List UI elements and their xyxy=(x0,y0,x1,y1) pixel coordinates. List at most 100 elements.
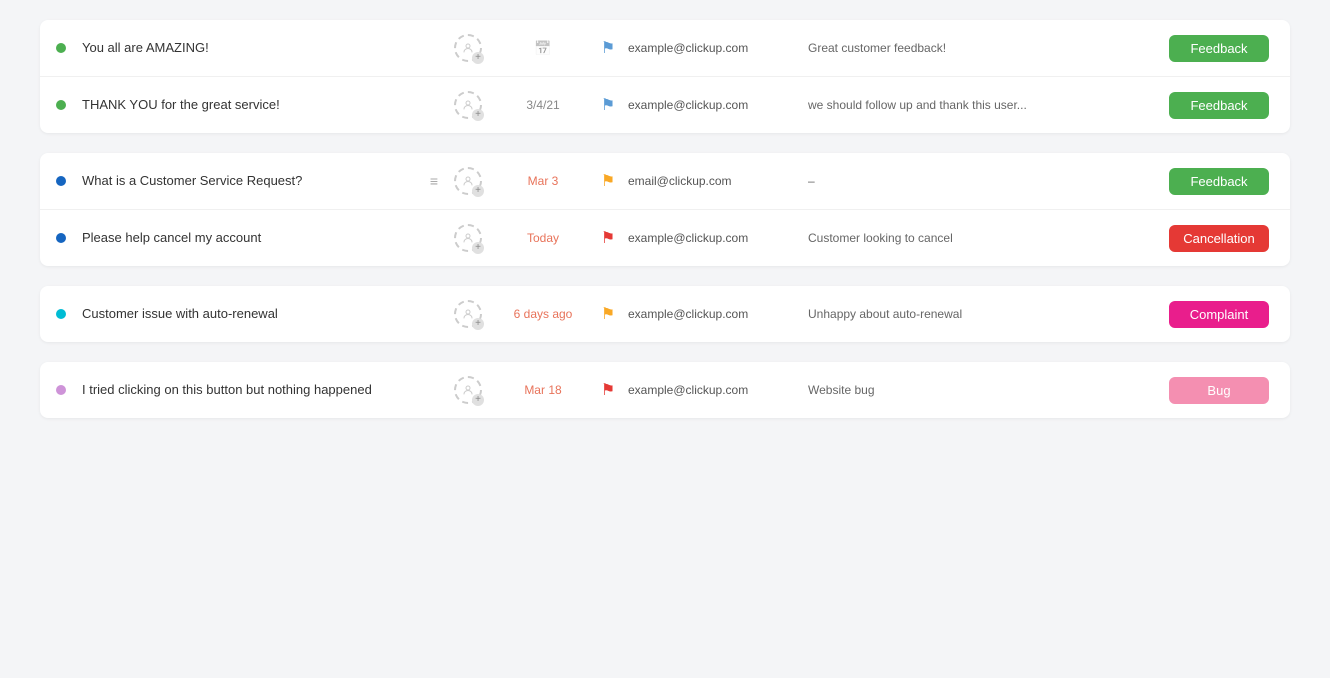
priority-flag-icon: ⚑ xyxy=(601,95,615,115)
date-col[interactable]: Today xyxy=(498,231,588,245)
tag-col: Feedback xyxy=(1164,35,1274,62)
tag-button[interactable]: Cancellation xyxy=(1169,225,1269,252)
avatar[interactable]: + xyxy=(454,224,482,252)
note-col: Customer looking to cancel xyxy=(808,231,1164,245)
note-col: Unhappy about auto-renewal xyxy=(808,307,1164,321)
task-title: Please help cancel my account xyxy=(82,229,438,247)
add-assignee-icon[interactable]: + xyxy=(472,242,484,254)
tag-button[interactable]: Feedback xyxy=(1169,168,1269,195)
calendar-icon: 📅 xyxy=(534,40,551,56)
date-col[interactable]: Mar 18 xyxy=(498,383,588,397)
table-row: What is a Customer Service Request? ≡ + Mar… xyxy=(40,153,1290,210)
task-title: What is a Customer Service Request? xyxy=(82,172,422,190)
flag-col[interactable]: ⚑ xyxy=(588,38,628,58)
task-title: You all are AMAZING! xyxy=(82,39,438,57)
avatar[interactable]: + xyxy=(454,91,482,119)
title-col: Customer issue with auto-renewal xyxy=(82,305,438,323)
tag-col: Feedback xyxy=(1164,92,1274,119)
date-value: 6 days ago xyxy=(514,307,573,321)
flag-col[interactable]: ⚑ xyxy=(588,228,628,248)
note-col: Website bug xyxy=(808,383,1164,397)
task-group: Customer issue with auto-renewal +6 days … xyxy=(40,286,1290,342)
date-value: Today xyxy=(527,231,559,245)
assignee-col[interactable]: + xyxy=(438,91,498,119)
tag-col: Cancellation xyxy=(1164,225,1274,252)
priority-flag-icon: ⚑ xyxy=(601,380,615,400)
note-col: Great customer feedback! xyxy=(808,41,1164,55)
title-col: I tried clicking on this button but noth… xyxy=(82,381,438,399)
status-col xyxy=(56,100,72,110)
task-title: I tried clicking on this button but noth… xyxy=(82,381,438,399)
date-value: Mar 3 xyxy=(528,174,559,188)
tag-button[interactable]: Complaint xyxy=(1169,301,1269,328)
date-col[interactable]: 📅 xyxy=(498,40,588,57)
email-col: example@clickup.com xyxy=(628,307,808,321)
tag-button[interactable]: Feedback xyxy=(1169,35,1269,62)
title-col: Please help cancel my account xyxy=(82,229,438,247)
table-row: THANK YOU for the great service! +3/4/21 ⚑… xyxy=(40,77,1290,133)
email-col: example@clickup.com xyxy=(628,41,808,55)
status-dot xyxy=(56,233,66,243)
tag-button[interactable]: Bug xyxy=(1169,377,1269,404)
table-row: Please help cancel my account+Today⚑exam… xyxy=(40,210,1290,266)
add-assignee-icon[interactable]: + xyxy=(472,394,484,406)
note-col: – xyxy=(808,174,1164,188)
status-dot xyxy=(56,309,66,319)
table-row: I tried clicking on this button but noth… xyxy=(40,362,1290,418)
task-group: I tried clicking on this button but noth… xyxy=(40,362,1290,418)
status-dot xyxy=(56,176,66,186)
task-title: THANK YOU for the great service! xyxy=(82,96,438,114)
email-col: email@clickup.com xyxy=(628,174,808,188)
priority-flag-icon: ⚑ xyxy=(601,228,615,248)
status-dot xyxy=(56,385,66,395)
assignee-col[interactable]: + xyxy=(438,34,498,62)
email-col: example@clickup.com xyxy=(628,98,808,112)
add-assignee-icon[interactable]: + xyxy=(472,109,484,121)
assignee-col[interactable]: + xyxy=(438,167,498,195)
avatar[interactable]: + xyxy=(454,167,482,195)
assignee-col[interactable]: + xyxy=(438,300,498,328)
avatar[interactable]: + xyxy=(454,300,482,328)
status-dot xyxy=(56,100,66,110)
table-row: Customer issue with auto-renewal +6 days … xyxy=(40,286,1290,342)
status-col xyxy=(56,309,72,319)
date-col[interactable]: Mar 3 xyxy=(498,174,588,188)
title-col: THANK YOU for the great service! xyxy=(82,96,438,114)
assignee-col[interactable]: + xyxy=(438,224,498,252)
note-col: we should follow up and thank this user.… xyxy=(808,98,1164,112)
tag-col: Bug xyxy=(1164,377,1274,404)
add-assignee-icon[interactable]: + xyxy=(472,318,484,330)
list-icon: ≡ xyxy=(430,173,438,189)
priority-flag-icon: ⚑ xyxy=(601,304,615,324)
task-title: Customer issue with auto-renewal xyxy=(82,305,438,323)
flag-col[interactable]: ⚑ xyxy=(588,380,628,400)
assignee-col[interactable]: + xyxy=(438,376,498,404)
tag-button[interactable]: Feedback xyxy=(1169,92,1269,119)
date-col[interactable]: 3/4/21 xyxy=(498,98,588,112)
priority-flag-icon: ⚑ xyxy=(601,38,615,58)
status-col xyxy=(56,176,72,186)
priority-flag-icon: ⚑ xyxy=(601,171,615,191)
status-col xyxy=(56,385,72,395)
table-row: You all are AMAZING! + 📅 ⚑ example@clickup.c… xyxy=(40,20,1290,77)
flag-col[interactable]: ⚑ xyxy=(588,304,628,324)
status-dot xyxy=(56,43,66,53)
title-col: What is a Customer Service Request? ≡ xyxy=(82,172,438,190)
email-col: example@clickup.com xyxy=(628,383,808,397)
date-value: Mar 18 xyxy=(524,383,561,397)
status-col xyxy=(56,233,72,243)
avatar[interactable]: + xyxy=(454,34,482,62)
page-container: You all are AMAZING! + 📅 ⚑ example@clickup.c… xyxy=(0,0,1330,458)
tag-col: Complaint xyxy=(1164,301,1274,328)
avatar[interactable]: + xyxy=(454,376,482,404)
status-col xyxy=(56,43,72,53)
add-assignee-icon[interactable]: + xyxy=(472,185,484,197)
add-assignee-icon[interactable]: + xyxy=(472,52,484,64)
date-col[interactable]: 6 days ago xyxy=(498,307,588,321)
flag-col[interactable]: ⚑ xyxy=(588,171,628,191)
date-value: 3/4/21 xyxy=(526,98,559,112)
task-group: You all are AMAZING! + 📅 ⚑ example@clickup.c… xyxy=(40,20,1290,133)
flag-col[interactable]: ⚑ xyxy=(588,95,628,115)
tag-col: Feedback xyxy=(1164,168,1274,195)
title-col: You all are AMAZING! xyxy=(82,39,438,57)
